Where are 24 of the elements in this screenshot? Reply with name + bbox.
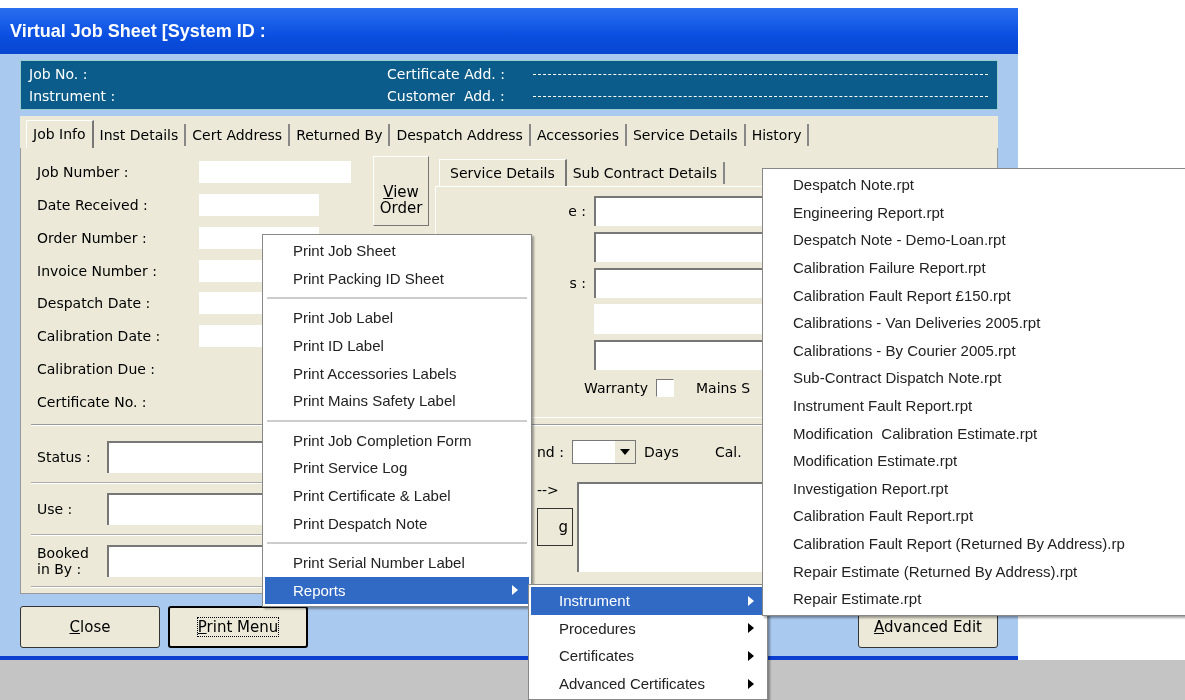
header-label: Customer Add. :: [387, 88, 506, 104]
field-label: Calibration Due :: [36, 360, 157, 377]
field-label: e :: [568, 203, 586, 219]
field-label: Despatch Date :: [36, 295, 152, 312]
field-label: nd :: [537, 444, 564, 460]
field-label: Invoice Number :: [36, 262, 158, 279]
header-label: Instrument :: [29, 88, 117, 104]
window-title: Virtual Job Sheet [System ID :: [10, 20, 266, 42]
field-label: Mains S: [696, 380, 751, 396]
header-label: Certificate Add. :: [387, 66, 506, 82]
field-label: Status :: [36, 448, 92, 466]
field-label: Date Received :: [36, 197, 149, 214]
field-label: Order Number :: [36, 229, 148, 246]
field-label: Job Number :: [35, 164, 130, 181]
header-label: Job No. :: [29, 66, 89, 82]
field-label: Booked in By :: [36, 544, 90, 578]
unit-label: Days: [643, 444, 679, 460]
field-label: Calibration Date :: [36, 328, 162, 345]
field-label: s :: [569, 275, 586, 291]
arrow-label: -->: [537, 482, 560, 498]
field-label: Certificate No. :: [36, 393, 148, 410]
field-label: Use :: [36, 500, 74, 518]
field-label: Cal.: [714, 444, 742, 460]
checkbox-label: Warranty: [584, 380, 649, 396]
